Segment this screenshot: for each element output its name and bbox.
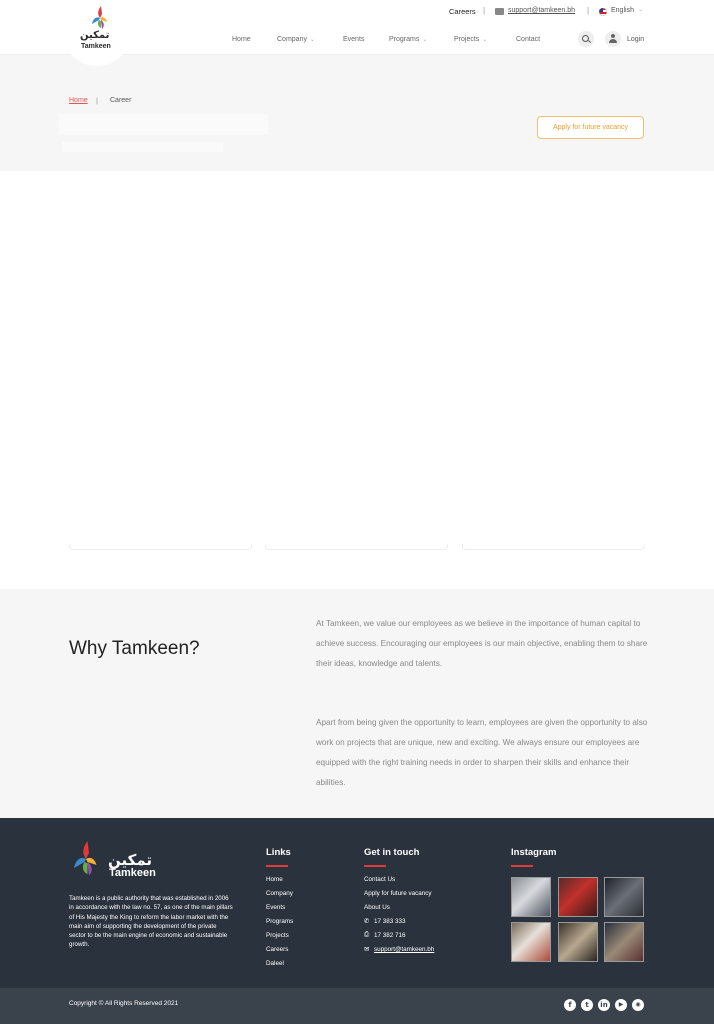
page-header	[0, 55, 714, 171]
vacancy-card[interactable]	[462, 544, 645, 550]
instagram-post-image[interactable]	[511, 877, 551, 917]
footer-link-projects[interactable]: Projects	[266, 932, 289, 939]
language-selector[interactable]: English	[611, 7, 634, 14]
nav-item-programs[interactable]: Programs ⌄	[389, 36, 427, 43]
nav-item-label: Home	[232, 36, 251, 43]
facebook-icon[interactable]: f	[564, 999, 576, 1011]
chevron-down-icon: ⌄	[309, 37, 315, 43]
footer-phone[interactable]: 17 383 333	[374, 918, 406, 925]
fax-icon: ⎙	[364, 931, 370, 938]
phone-icon: ✆	[364, 918, 370, 925]
chevron-down-icon: ⌄	[482, 37, 488, 43]
breadcrumb-current: Career	[110, 97, 132, 104]
nav-item-label: Contact	[516, 36, 541, 43]
logo-english-text: Tamkeen	[81, 43, 111, 50]
footer-link-daleel[interactable]: Daleel	[266, 960, 284, 967]
footer-link-apply[interactable]: Apply for future vacancy	[364, 890, 432, 897]
nav-item-label: Events	[343, 36, 365, 43]
footer-link-about-us[interactable]: About Us	[364, 904, 390, 911]
footer-link-programs[interactable]: Programs	[266, 918, 293, 925]
footer-links-title: Links	[266, 847, 291, 858]
title-placeholder	[59, 114, 268, 135]
us-flag-icon	[599, 8, 607, 16]
footer-link-company[interactable]: Company	[266, 890, 293, 897]
vacancy-card[interactable]	[265, 544, 448, 550]
tamkeen-logo-icon	[74, 841, 97, 876]
subtitle-placeholder	[62, 142, 223, 152]
twitter-icon[interactable]: t	[581, 999, 593, 1011]
title-underline	[364, 865, 386, 867]
nav-item-label: Company	[277, 36, 307, 43]
search-icon[interactable]	[578, 31, 594, 47]
nav-item-contact[interactable]: Contact	[516, 36, 540, 43]
footer-description: Tamkeen is a public authority that was e…	[69, 895, 233, 949]
footer-email[interactable]: support@tamkeen.bh	[374, 946, 434, 953]
instagram-post-image[interactable]	[511, 922, 551, 962]
instagram-icon[interactable]: ◉	[632, 999, 644, 1011]
nav-item-label: Programs	[389, 36, 420, 43]
nav-item-company[interactable]: Company ⌄	[277, 36, 315, 43]
login-link[interactable]: Login	[627, 36, 644, 43]
why-paragraph: Apart from being given the opportunity t…	[316, 718, 648, 787]
logo-arabic-text: تمكين	[80, 30, 110, 41]
linkedin-icon[interactable]: in	[598, 999, 610, 1011]
copyright-text: Copyright © All Rights Reserved 2021	[69, 1000, 179, 1007]
user-icon[interactable]	[605, 31, 621, 47]
divider: |	[587, 6, 590, 15]
footer-logo-english: Tamkeen	[109, 867, 156, 879]
mail-icon: ✉	[364, 946, 370, 953]
divider: |	[483, 6, 486, 15]
footer-link-careers[interactable]: Careers	[266, 946, 288, 953]
title-underline	[266, 865, 288, 867]
chevron-down-icon[interactable]: ⌄	[638, 6, 643, 13]
tamkeen-logo-icon	[92, 6, 107, 29]
footer-contact-title: Get in touch	[364, 847, 420, 858]
why-paragraph: At Tamkeen, we value our employees as we…	[316, 619, 648, 668]
careers-link[interactable]: Careers	[449, 7, 476, 16]
breadcrumb-separator: |	[96, 96, 98, 105]
nav-item-label: Projects	[454, 36, 480, 43]
instagram-post-image[interactable]	[558, 922, 598, 962]
instagram-post-image[interactable]	[604, 922, 644, 962]
footer-link-events[interactable]: Events	[266, 904, 285, 911]
footer-link-contact-us[interactable]: Contact Us	[364, 876, 395, 883]
instagram-post-image[interactable]	[604, 877, 644, 917]
vacancy-card[interactable]	[69, 544, 252, 550]
apply-future-vacancy-button[interactable]: Apply for future vacancy	[537, 116, 644, 139]
why-title: Why Tamkeen?	[69, 638, 200, 659]
nav-item-home[interactable]: Home	[232, 36, 251, 43]
breadcrumb-home[interactable]: Home	[69, 97, 88, 104]
footer-link-home[interactable]: Home	[266, 876, 283, 883]
nav-item-events[interactable]: Events	[343, 36, 364, 43]
mail-icon	[495, 8, 504, 15]
youtube-icon[interactable]: ▶	[615, 999, 627, 1011]
footer-instagram-title: Instagram	[511, 847, 557, 858]
instagram-post-image[interactable]	[558, 877, 598, 917]
footer-fax: 17 382 716	[374, 932, 406, 939]
nav-item-projects[interactable]: Projects ⌄	[454, 36, 487, 43]
title-underline	[511, 865, 533, 867]
chevron-down-icon: ⌄	[422, 37, 428, 43]
support-email-link[interactable]: support@tamkeen.bh	[508, 7, 575, 14]
